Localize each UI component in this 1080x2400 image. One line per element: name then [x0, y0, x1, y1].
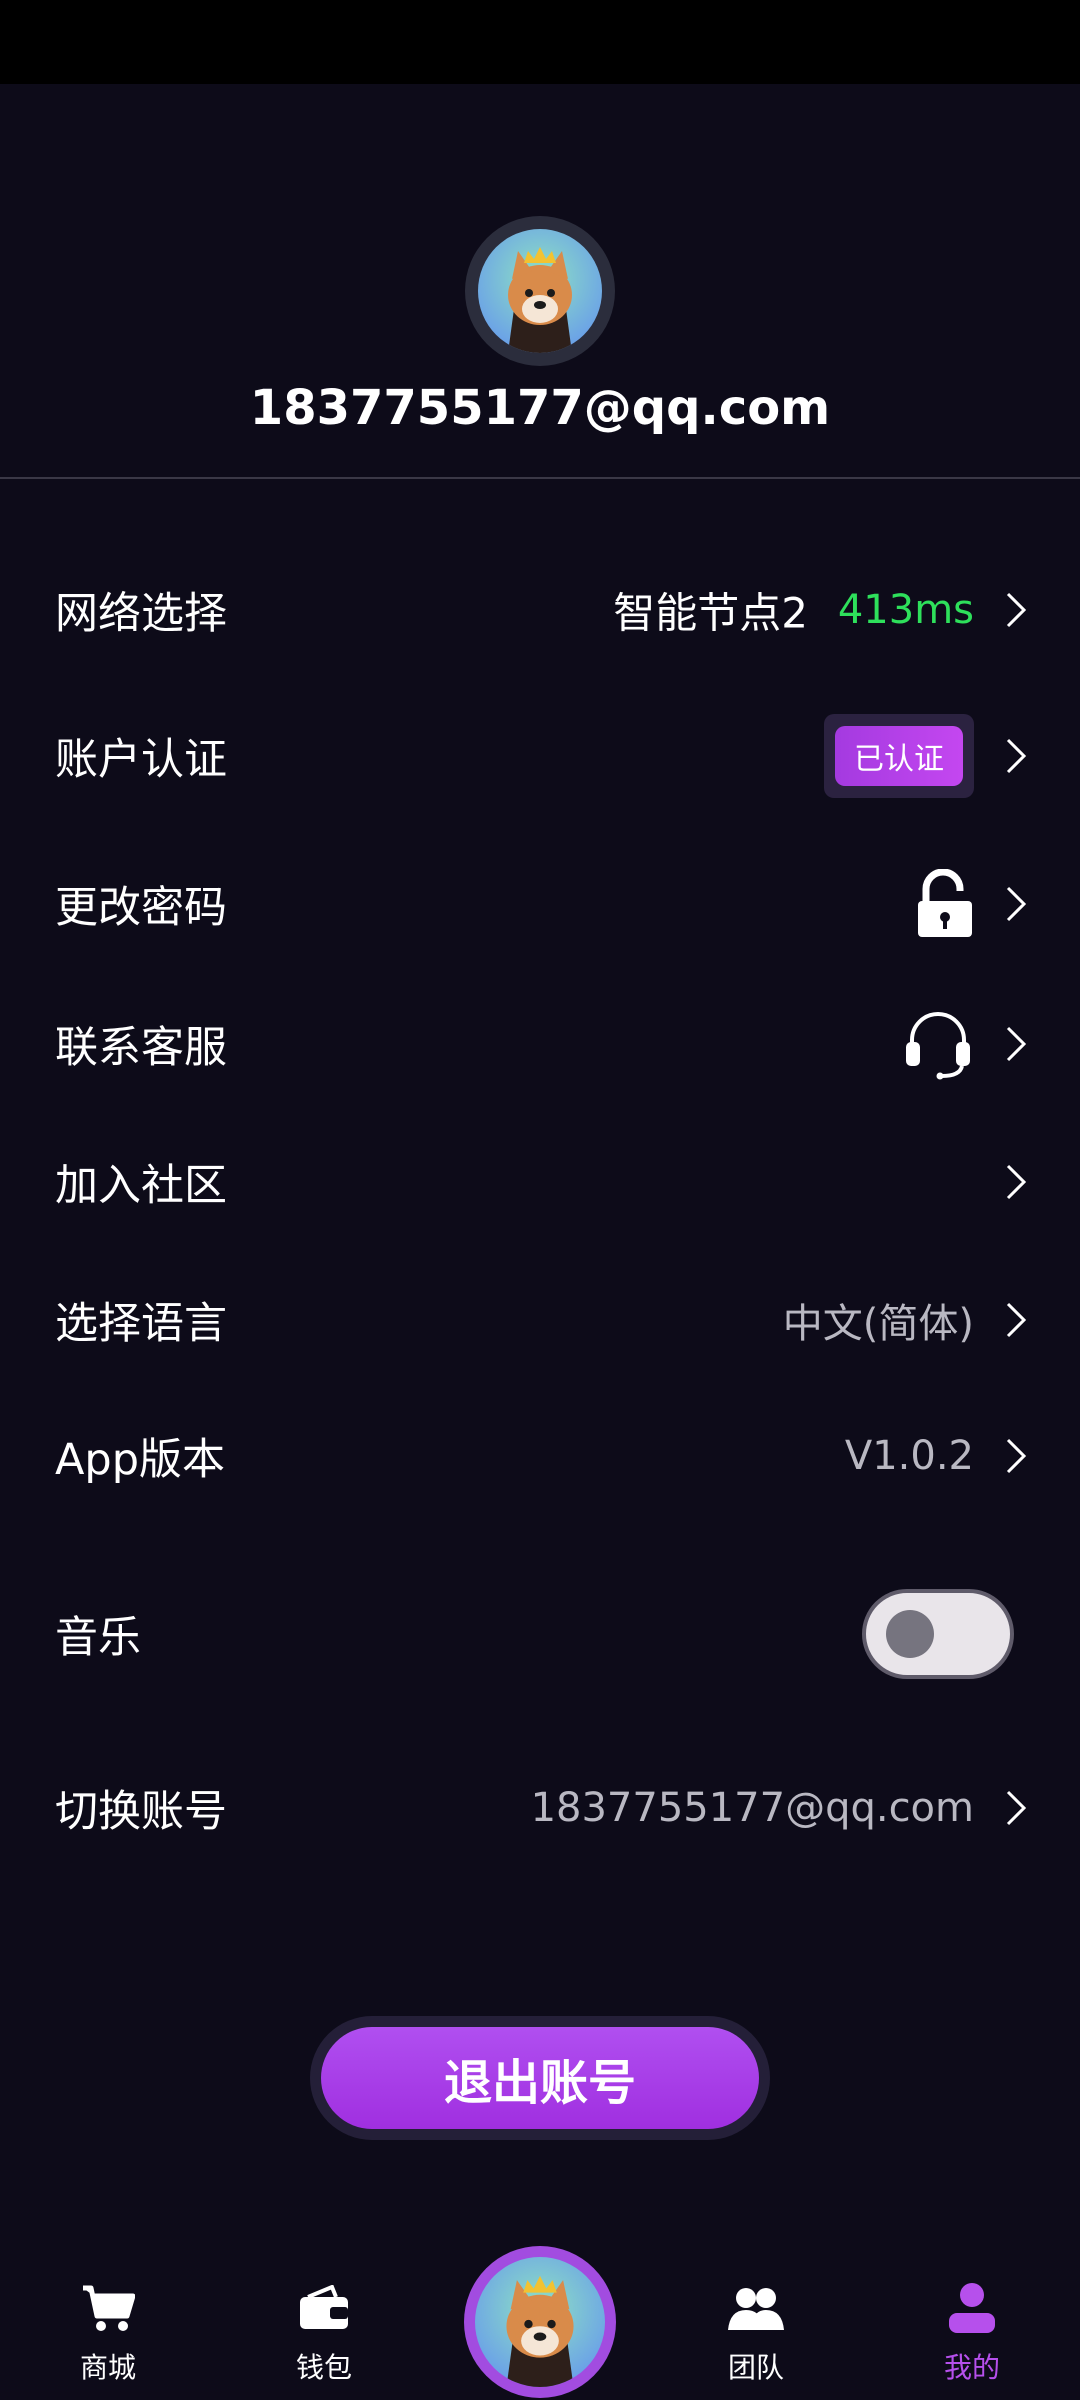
chevron-right-icon — [1006, 1164, 1027, 1200]
logout-button[interactable]: 退出账号 — [321, 2027, 759, 2129]
chevron-right-icon — [1006, 738, 1027, 774]
verification-status: 已认证 — [824, 714, 974, 798]
user-icon — [949, 2283, 995, 2333]
lock-open-icon — [918, 869, 972, 937]
shiba-avatar-image — [475, 2257, 605, 2387]
account-email: 1837755177@qq.com — [249, 380, 831, 436]
chevron-right-icon — [1006, 592, 1027, 628]
network-latency: 413ms — [837, 587, 974, 633]
chevron-right-icon — [1006, 1302, 1027, 1338]
language-value: 中文(简体) — [782, 1301, 974, 1347]
settings-row-language[interactable]: 选择语言 中文(简体) — [0, 1270, 1080, 1370]
app-version-value: V1.0.2 — [844, 1433, 974, 1479]
row-label: 更改密码 — [55, 883, 227, 933]
settings-row-join-community[interactable]: 加入社区 — [0, 1132, 1080, 1232]
wallet-icon — [300, 2285, 348, 2329]
tab-label: 钱包 — [295, 2351, 352, 2384]
row-label: 切换账号 — [55, 1787, 227, 1837]
cart-icon — [83, 2285, 135, 2331]
switch-account-email: 1837755177@qq.com — [530, 1785, 974, 1831]
row-label: 联系客服 — [55, 1023, 227, 1073]
music-toggle[interactable] — [862, 1589, 1014, 1679]
tab-label: 我的 — [943, 2351, 1000, 2384]
tab-label: 商城 — [79, 2351, 136, 2384]
network-node-name: 智能节点2 — [613, 588, 808, 638]
logout-button-container: 退出账号 — [310, 2016, 770, 2140]
settings-row-verification[interactable]: 账户认证 已认证 — [0, 706, 1080, 806]
row-label: 音乐 — [55, 1613, 141, 1663]
chevron-right-icon — [1006, 1026, 1027, 1062]
toggle-knob — [886, 1610, 934, 1658]
tab-team[interactable]: 团队 — [676, 2260, 836, 2400]
chevron-right-icon — [1006, 1790, 1027, 1826]
row-label: 选择语言 — [55, 1299, 227, 1349]
header-divider — [0, 477, 1080, 479]
verified-badge: 已认证 — [835, 726, 963, 786]
team-icon — [728, 2288, 784, 2330]
tab-mine[interactable]: 我的 — [892, 2260, 1052, 2400]
row-label: 账户认证 — [55, 735, 227, 785]
row-label: App版本 — [55, 1435, 226, 1485]
settings-row-app-version[interactable]: App版本 V1.0.2 — [0, 1406, 1080, 1506]
settings-row-switch-account[interactable]: 切换账号 1837755177@qq.com — [0, 1758, 1080, 1858]
chevron-right-icon — [1006, 1438, 1027, 1474]
status-bar — [0, 0, 1080, 84]
row-label: 加入社区 — [55, 1161, 227, 1211]
tab-label: 团队 — [727, 2351, 784, 2384]
settings-row-network[interactable]: 网络选择 智能节点2 413ms — [0, 560, 1080, 660]
tab-mall[interactable]: 商城 — [28, 2260, 188, 2400]
shiba-avatar-image — [478, 229, 602, 353]
profile-avatar[interactable] — [465, 216, 615, 366]
settings-row-music: 音乐 — [0, 1584, 1080, 1684]
tab-wallet[interactable]: 钱包 — [244, 2260, 404, 2400]
row-label: 网络选择 — [55, 589, 227, 639]
settings-row-contact-support[interactable]: 联系客服 — [0, 994, 1080, 1094]
settings-row-change-password[interactable]: 更改密码 — [0, 854, 1080, 954]
headset-icon — [906, 1012, 970, 1080]
tab-center-home[interactable] — [464, 2246, 616, 2398]
chevron-right-icon — [1006, 886, 1027, 922]
